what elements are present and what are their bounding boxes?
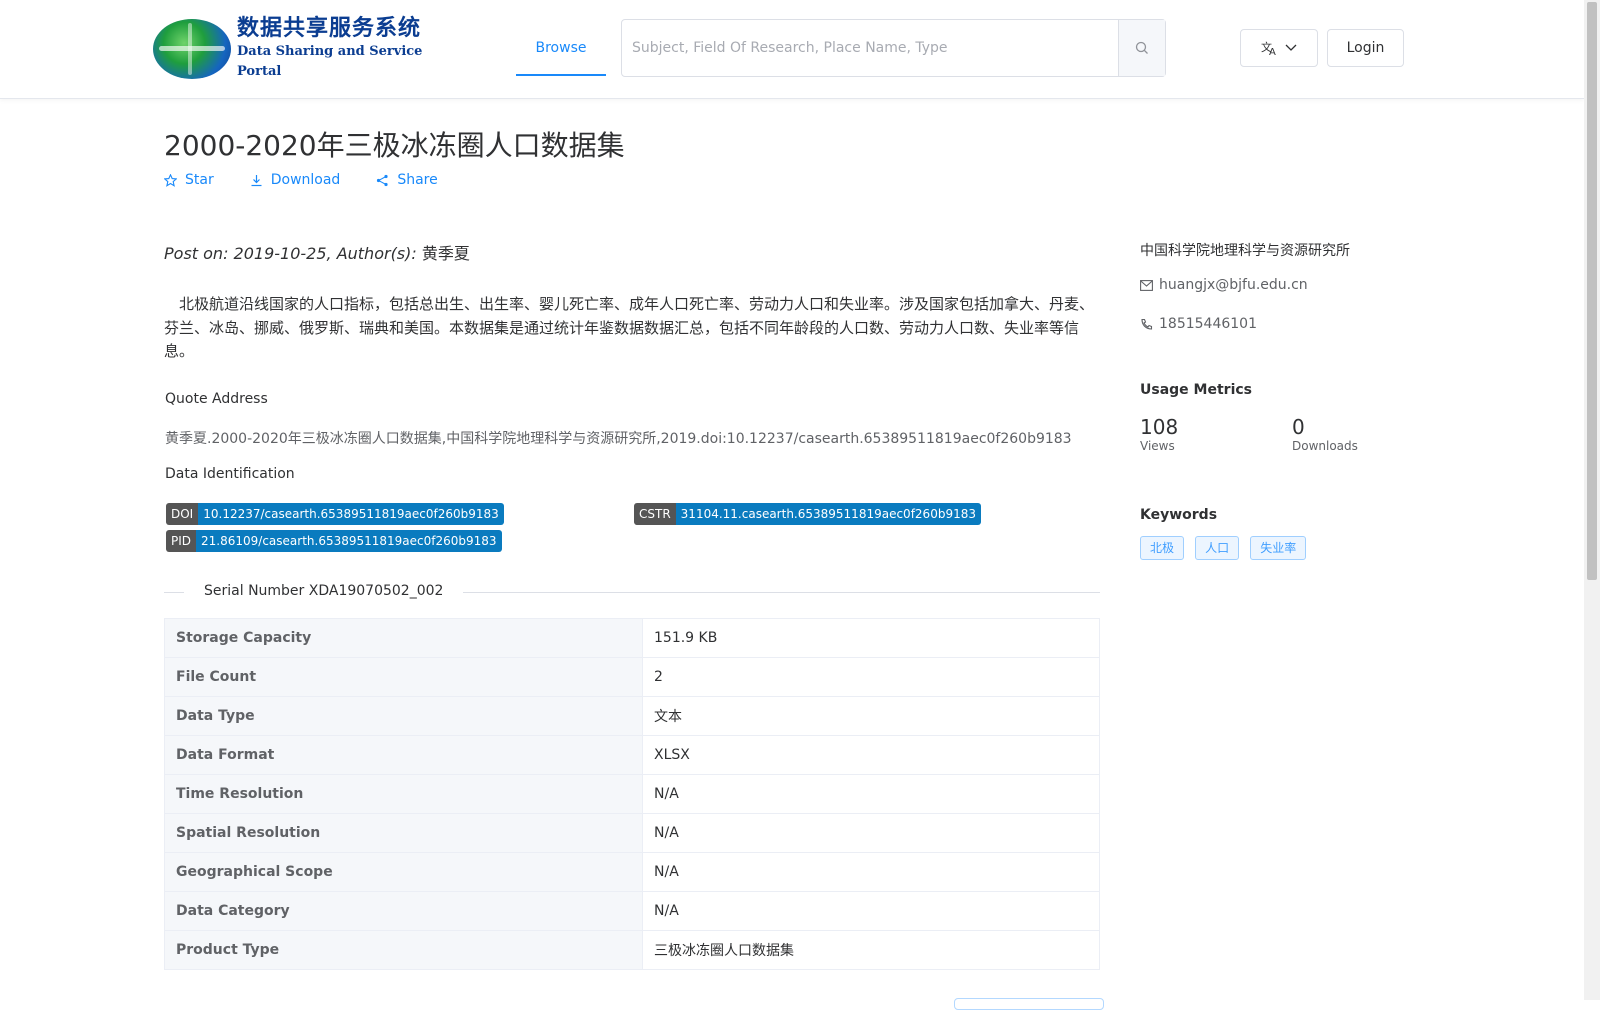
site-logo[interactable]: 数据共享服务系统 Data Sharing and Service Portal [153,16,443,80]
login-button[interactable]: Login [1327,29,1404,67]
author-name: 黄季夏 [421,244,470,263]
property-value: N/A [642,891,1100,931]
property-label: File Count [164,657,643,697]
property-label: Time Resolution [164,774,643,814]
scrollbar-thumb[interactable] [1587,2,1597,580]
share-icon [377,174,388,186]
star-icon [164,173,177,187]
table-row: Spatial Resolution N/A [164,813,1100,853]
logo-title-cn: 数据共享服务系统 [237,16,422,41]
property-value: N/A [642,852,1100,892]
search-icon [1135,41,1148,54]
dataset-actions: Star Download Share [164,172,438,188]
cstr-badge[interactable]: CSTR 31104.11.casearth.65389511819aec0f2… [634,503,981,525]
table-row: Storage Capacity 151.9 KB [164,618,1100,658]
property-label: Data Category [164,891,643,931]
quote-address-text: 黄季夏.2000-2020年三极冰冻圈人口数据集,中国科学院地理科学与资源研究所… [165,431,1072,447]
nav-browse-tab[interactable]: Browse [516,20,606,76]
table-row: File Count 2 [164,657,1100,697]
contact-phone: 18515446101 [1140,316,1257,332]
institution-name: 中国科学院地理科学与资源研究所 [1140,243,1350,259]
doi-badge-value: 10.12237/casearth.65389511819aec0f260b91… [198,503,504,525]
table-row: Geographical Scope N/A [164,852,1100,892]
table-row: Data Type 文本 [164,696,1100,736]
property-label: Spatial Resolution [164,813,643,853]
doi-badge[interactable]: DOI 10.12237/casearth.65389511819aec0f26… [166,503,504,525]
property-label: Storage Capacity [164,618,643,658]
page-scrollbar[interactable] [1584,0,1600,1000]
contact-email[interactable]: huangjx@bjfu.edu.cn [1140,277,1308,293]
star-label: Star [185,172,214,188]
dataset-title: 2000-2020年三极冰冻圈人口数据集 [164,129,625,162]
pid-badge[interactable]: PID 21.86109/casearth.65389511819aec0f26… [166,530,502,552]
data-identification-label: Data Identification [165,466,295,482]
property-value: 文本 [642,696,1100,736]
email-text: huangjx@bjfu.edu.cn [1159,277,1308,293]
phone-text: 18515446101 [1159,316,1257,332]
svg-text:A: A [1269,47,1276,56]
download-button[interactable]: Download [250,172,341,188]
keyword-tag[interactable]: 人口 [1195,536,1240,560]
chevron-down-icon [1285,44,1297,51]
quote-address-label: Quote Address [165,391,268,407]
star-button[interactable]: Star [164,172,214,188]
keyword-tag[interactable]: 失业率 [1250,536,1307,560]
keyword-tag[interactable]: 北极 [1140,536,1185,560]
cstr-badge-value: 31104.11.casearth.65389511819aec0f260b91… [675,503,981,525]
serial-number: Serial Number XDA19070502_002 [184,583,464,599]
doi-badge-key: DOI [166,503,199,525]
share-label: Share [397,172,438,188]
mail-icon [1140,279,1153,291]
downloads-count: 0 [1292,415,1305,439]
search-input[interactable] [622,20,1118,76]
property-value: N/A [642,813,1100,853]
share-button[interactable]: Share [376,172,438,188]
globe-logo-icon [153,19,231,79]
downloads-metric: 0 Downloads [1292,415,1358,453]
dataset-description: 北极航道沿线国家的人口指标，包括总出生、出生率、婴儿死亡率、成年人口死亡率、劳动… [164,295,1095,360]
property-value: N/A [642,774,1100,814]
table-row: Data Category N/A [164,891,1100,931]
dataset-properties-table: Storage Capacity 151.9 KB File Count 2 D… [164,618,1100,970]
property-label: Data Type [164,696,643,736]
translate-icon: 文 A [1261,40,1276,56]
search-button[interactable] [1118,20,1165,76]
pid-badge-value: 21.86109/casearth.65389511819aec0f260b91… [196,530,502,552]
keywords-title: Keywords [1140,507,1218,523]
pid-badge-key: PID [166,530,197,552]
phone-icon [1141,318,1153,330]
views-label: Views [1140,439,1175,453]
keyword-tags: 北极 人口 失业率 [1140,536,1312,560]
property-label: Product Type [164,930,643,970]
post-date-label: Post on: 2019-10-25, Author(s): [164,244,417,263]
views-count: 108 [1140,415,1179,439]
property-label: Geographical Scope [164,852,643,892]
property-value: 三极冰冻圈人口数据集 [642,930,1100,970]
logo-title-en: Data Sharing and Service Portal [237,44,423,79]
table-row: Product Type 三极冰冻圈人口数据集 [164,930,1100,970]
cstr-badge-key: CSTR [634,503,676,525]
property-label: Data Format [164,735,643,775]
download-icon [251,174,262,186]
property-value: 151.9 KB [642,618,1100,658]
search-box [621,19,1166,77]
download-label: Download [270,172,341,188]
property-value: XLSX [642,735,1100,775]
table-row: Time Resolution N/A [164,774,1100,814]
views-metric: 108 Views [1140,415,1178,453]
property-value: 2 [642,657,1100,697]
top-navigation-bar: 数据共享服务系统 Data Sharing and Service Portal… [0,0,1584,99]
downloads-label: Downloads [1292,439,1358,453]
language-switch-button[interactable]: 文 A [1240,29,1318,67]
table-row: Data Format XLSX [164,735,1100,775]
usage-metrics-title: Usage Metrics [1140,382,1252,398]
post-meta: Post on: 2019-10-25, Author(s): 黄季夏 [164,240,470,264]
